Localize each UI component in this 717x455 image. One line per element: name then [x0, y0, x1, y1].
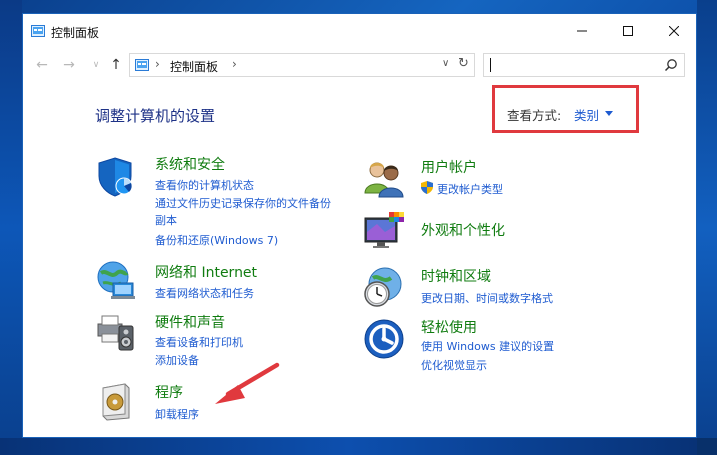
up-arrow-icon: ↑ [110, 57, 122, 73]
category-ease-of-access[interactable]: 轻松使用 [421, 317, 477, 337]
ease-of-access-icon[interactable] [363, 318, 405, 360]
page-title: 调整计算机的设置 [95, 107, 216, 125]
category-clock-region[interactable]: 时钟和区域 [421, 266, 491, 286]
clock-globe-icon[interactable] [363, 266, 405, 308]
minimize-button[interactable] [559, 14, 605, 48]
maximize-icon [623, 26, 633, 36]
shield-icon[interactable] [95, 156, 137, 198]
close-button[interactable] [651, 14, 696, 48]
link-file-history-backup[interactable]: 通过文件历史记录保存你的文件备份 [155, 195, 331, 211]
network-globe-icon[interactable] [95, 259, 137, 301]
chevron-down-icon: ∨ [92, 60, 100, 70]
category-network-internet[interactable]: 网络和 Internet [155, 262, 257, 282]
forward-button[interactable]: → [60, 56, 78, 74]
maximize-button[interactable] [605, 14, 651, 48]
link-optimize-visual-display[interactable]: 优化视觉显示 [421, 357, 487, 373]
link-view-devices-printers[interactable]: 查看设备和打印机 [155, 334, 243, 350]
control-panel-window: 控制面板 ← → ∨ ↑ › 控制面板 › ∨ ↻ 调整计算机的设置 查看方式:… [22, 13, 697, 438]
link-view-network-status[interactable]: 查看网络状态和任务 [155, 285, 254, 301]
breadcrumb-control-panel[interactable]: 控制面板 [170, 58, 218, 75]
category-hardware-sound[interactable]: 硬件和声音 [155, 312, 225, 332]
desktop-corner [697, 438, 717, 455]
link-change-account-type[interactable]: 更改帐户类型 [437, 181, 503, 197]
breadcrumb-separator-icon[interactable]: › [232, 57, 237, 71]
forward-arrow-icon: → [63, 57, 75, 73]
back-arrow-icon: ← [36, 57, 48, 73]
view-by-dropdown[interactable]: 类别 [574, 105, 599, 124]
desktop-left-edge [0, 0, 22, 455]
link-backup-restore[interactable]: 备份和还原(Windows 7) [155, 232, 278, 248]
minimize-icon [577, 30, 587, 32]
close-icon [669, 26, 679, 36]
link-use-recommended-settings[interactable]: 使用 Windows 建议的设置 [421, 338, 554, 354]
link-view-computer-status[interactable]: 查看你的计算机状态 [155, 177, 254, 193]
link-uninstall-program[interactable]: 卸载程序 [155, 406, 199, 422]
search-input[interactable] [483, 53, 685, 77]
category-system-security[interactable]: 系统和安全 [155, 154, 225, 174]
link-change-date-time-format[interactable]: 更改日期、时间或数字格式 [421, 290, 553, 306]
search-icon[interactable] [664, 58, 678, 72]
caret-down-icon[interactable] [605, 111, 613, 116]
category-user-accounts[interactable]: 用户帐户 [421, 157, 477, 177]
desktop-bottom-edge [0, 438, 697, 455]
refresh-icon[interactable]: ↻ [458, 56, 469, 71]
uac-shield-icon [421, 181, 433, 194]
view-by-label: 查看方式: [507, 108, 562, 123]
up-button[interactable]: ↑ [107, 56, 125, 74]
category-appearance-personalization[interactable]: 外观和个性化 [421, 220, 505, 240]
printer-speaker-icon[interactable] [95, 310, 137, 352]
address-dropdown-icon[interactable]: ∨ [442, 58, 449, 69]
control-panel-location-icon [135, 59, 149, 71]
category-programs[interactable]: 程序 [155, 382, 183, 402]
recent-locations-button[interactable]: ∨ [87, 56, 105, 74]
link-file-history-backup-cont[interactable]: 副本 [155, 212, 177, 228]
address-bar[interactable]: › 控制面板 › ∨ ↻ [129, 53, 475, 77]
navigation-bar: ← → ∨ ↑ › 控制面板 › ∨ ↻ [23, 50, 696, 80]
programs-disk-icon[interactable] [95, 380, 137, 422]
breadcrumb-separator-icon[interactable]: › [155, 57, 160, 71]
control-panel-app-icon [31, 25, 45, 37]
text-caret [490, 58, 491, 72]
link-add-device[interactable]: 添加设备 [155, 352, 199, 368]
title-bar[interactable]: 控制面板 [23, 14, 696, 50]
desktop-right-edge [697, 0, 717, 455]
back-button[interactable]: ← [33, 56, 51, 74]
users-icon[interactable] [363, 157, 405, 199]
display-colors-icon[interactable] [363, 210, 405, 252]
window-title: 控制面板 [51, 26, 100, 40]
